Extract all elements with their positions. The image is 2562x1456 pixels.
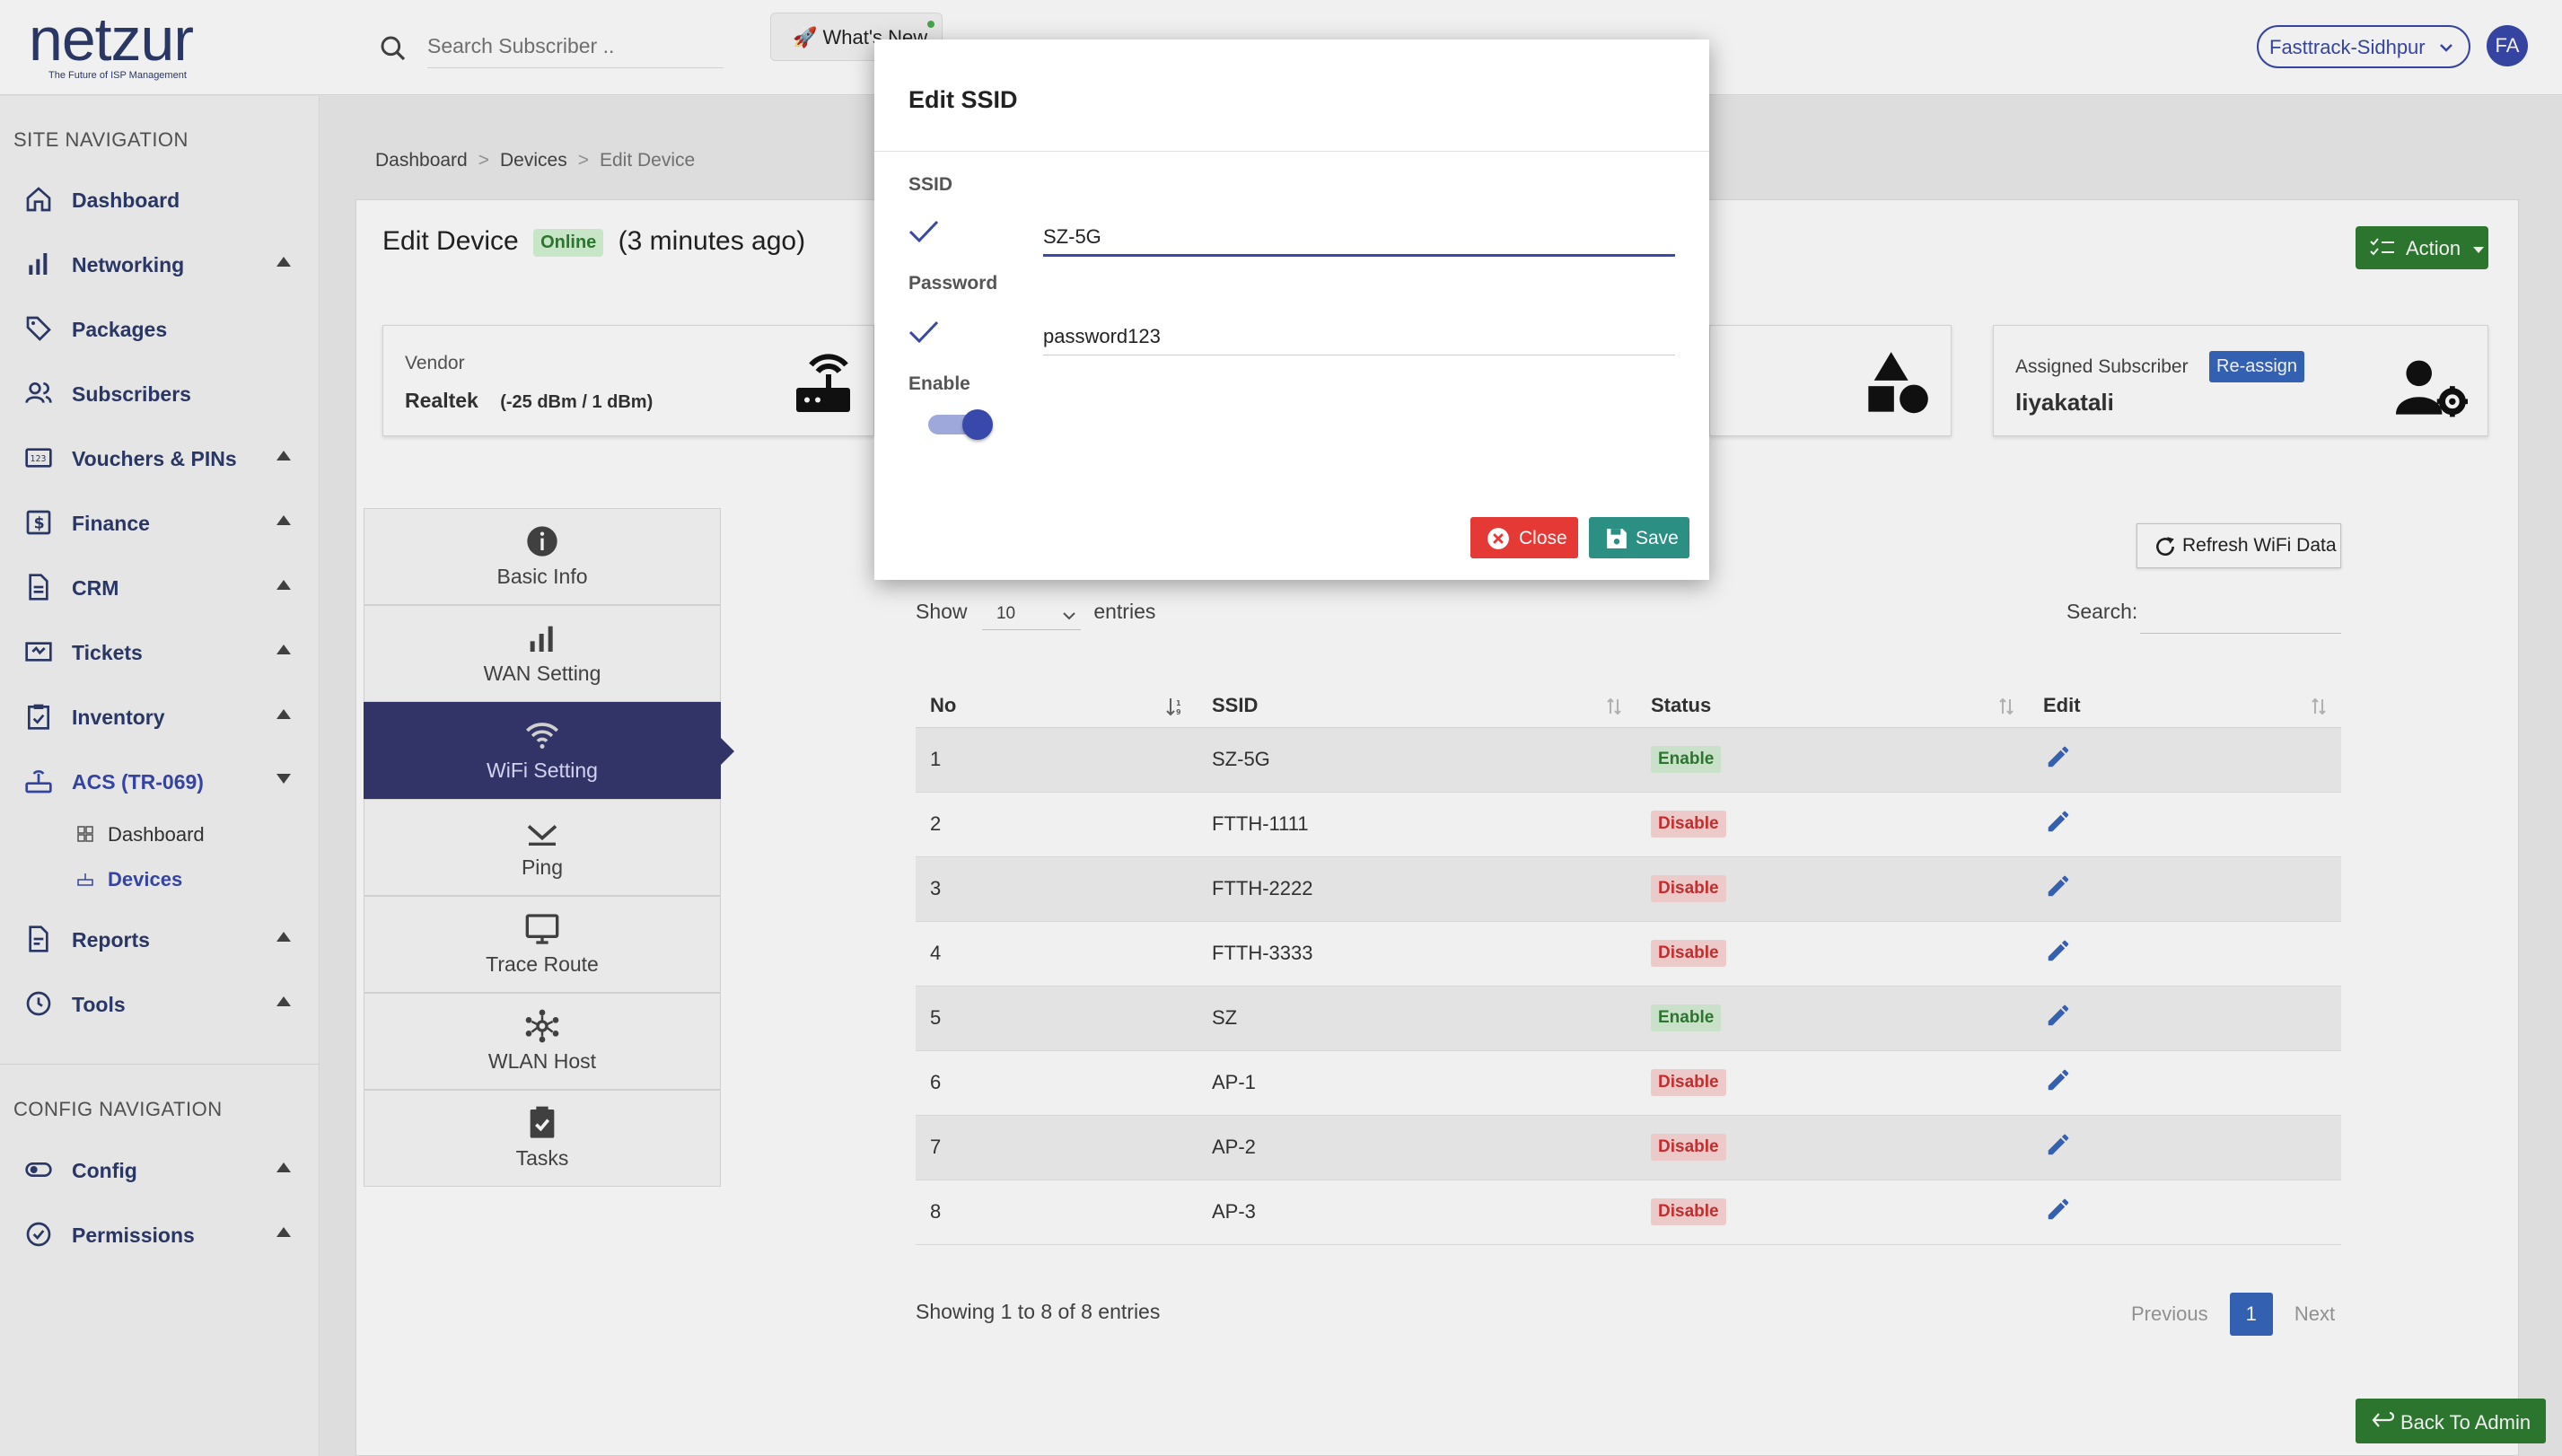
modal-title: Edit SSID <box>908 86 1018 113</box>
save-icon <box>1605 527 1628 550</box>
password-input[interactable] <box>1043 311 1675 355</box>
toggle-knob <box>962 409 993 440</box>
password-label: Password <box>908 273 998 294</box>
ssid-label: SSID <box>908 174 953 195</box>
edit-ssid-modal: Edit SSID SSID Password Enable Close Sav… <box>874 39 1709 580</box>
enable-toggle[interactable] <box>928 408 993 440</box>
close-circle-icon <box>1487 527 1510 550</box>
check-icon <box>908 320 939 345</box>
save-button[interactable]: Save <box>1589 517 1689 558</box>
close-label: Close <box>1519 528 1567 548</box>
save-label: Save <box>1636 528 1679 548</box>
close-button[interactable]: Close <box>1470 517 1578 558</box>
ssid-input[interactable] <box>1043 212 1675 257</box>
check-icon <box>908 219 939 244</box>
enable-label: Enable <box>908 373 970 394</box>
modal-divider <box>874 151 1709 152</box>
